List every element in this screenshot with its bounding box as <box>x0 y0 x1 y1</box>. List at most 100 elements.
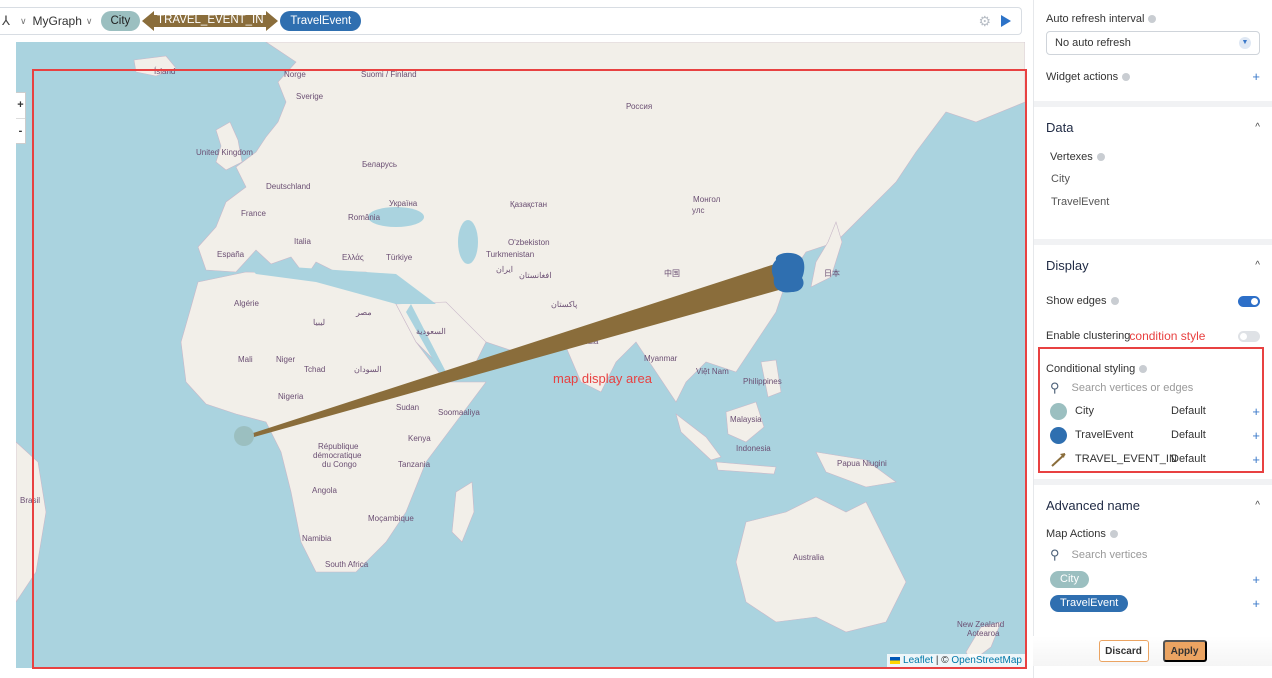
graph-overlay <box>234 252 805 446</box>
enable-clustering-toggle[interactable] <box>1238 330 1260 342</box>
graph-chevron-down-icon[interactable]: ∨ <box>86 16 93 27</box>
leaflet-link[interactable]: Leaflet <box>903 655 933 666</box>
attribution-separator: | © <box>933 655 952 666</box>
chevron-up-icon[interactable]: ^ <box>1255 122 1260 133</box>
map-action-row: TravelEvent + <box>1034 591 1272 615</box>
map-action-pill-city[interactable]: City <box>1050 570 1089 588</box>
show-edges-toggle[interactable] <box>1238 295 1260 307</box>
help-icon[interactable] <box>1096 153 1105 161</box>
map-actions-row: Map Actions <box>1034 525 1272 543</box>
help-icon[interactable] <box>1122 72 1131 81</box>
help-icon[interactable] <box>1109 530 1118 538</box>
chevron-down-icon[interactable]: ∨ <box>20 16 27 27</box>
style-item-name: TRAVEL_EVENT_IN <box>1075 453 1177 465</box>
zoom-out-button[interactable]: - <box>16 118 25 143</box>
ukraine-flag-icon <box>890 657 901 664</box>
target-vertex-pill[interactable]: TravelEvent <box>280 11 362 31</box>
search-icon: ⚲ <box>1050 380 1060 395</box>
auto-refresh-value: No auto refresh <box>1055 37 1131 49</box>
chevron-up-icon[interactable]: ^ <box>1255 260 1260 271</box>
conditional-styling-search[interactable]: ⚲ Search vertices or edges <box>1034 377 1272 399</box>
enable-clustering-row: Enable clustering condition style <box>1034 317 1272 355</box>
travel-event-color-dot <box>1050 426 1067 444</box>
add-widget-action-button[interactable]: + <box>1252 69 1260 84</box>
add-style-button[interactable]: + <box>1252 428 1260 443</box>
source-vertex-pill[interactable]: City <box>100 11 141 31</box>
search-placeholder: Search vertices or edges <box>1071 382 1194 394</box>
add-style-button[interactable]: + <box>1252 452 1260 467</box>
chevron-down-icon: ▼ <box>1239 37 1251 49</box>
help-icon[interactable] <box>1148 15 1157 23</box>
widget-actions-row: Widget actions + <box>1034 55 1272 84</box>
conditional-styling-row: Conditional styling <box>1034 355 1272 377</box>
vertex-item-label: TravelEvent <box>1051 196 1110 208</box>
widget-actions-label: Widget actions <box>1046 70 1119 83</box>
auto-refresh-label: Auto refresh interval <box>1046 13 1145 25</box>
run-query-icon[interactable] <box>1001 15 1011 27</box>
vertex-city <box>234 426 254 446</box>
condition-style-annotation: condition style <box>1129 329 1206 343</box>
vertexes-label: Vertexes <box>1050 151 1093 163</box>
auto-refresh-row: Auto refresh interval <box>1034 0 1272 25</box>
show-edges-label: Show edges <box>1046 295 1107 307</box>
style-item-value[interactable]: Default <box>1171 453 1221 465</box>
app-root: ⅄ ∨ MyGraph ∨ City TRAVEL_EVENT_IN Trave… <box>0 0 1272 678</box>
auto-refresh-select[interactable]: No auto refresh ▼ <box>1046 31 1260 55</box>
map-actions-search[interactable]: ⚲ Search vertices <box>1034 543 1272 567</box>
section-advanced: Advanced name ^ Map Actions ⚲ Search ver… <box>1034 485 1272 615</box>
help-icon[interactable] <box>1110 297 1119 305</box>
gear-icon[interactable]: ⚙ <box>978 13 991 30</box>
vertexes-label-row: Vertexes <box>1034 147 1272 167</box>
display-section-title: Display <box>1046 257 1089 273</box>
apply-button[interactable]: Apply <box>1162 640 1207 662</box>
zoom-control: + - <box>16 92 26 144</box>
query-icon[interactable]: ⅄ <box>2 13 10 29</box>
display-section-header[interactable]: Display ^ <box>1034 245 1272 285</box>
graph-selector[interactable]: MyGraph <box>33 14 82 28</box>
map-annotation-label: map display area <box>553 371 652 386</box>
panel-footer: Discard Apply <box>1033 636 1272 666</box>
vertex-item-label: City <box>1051 173 1070 185</box>
conditional-style-row: TravelEvent Default + <box>1034 423 1272 447</box>
conditional-style-row: TRAVEL_EVENT_IN Default + <box>1034 447 1272 471</box>
show-edges-row: Show edges <box>1034 285 1272 317</box>
conditional-style-row: City Default + <box>1034 399 1272 423</box>
query-actions: ⚙ <box>978 13 1011 30</box>
discard-button[interactable]: Discard <box>1098 640 1149 662</box>
vertex-item[interactable]: TravelEvent <box>1034 191 1272 213</box>
style-item-name: TravelEvent <box>1075 429 1134 441</box>
edge-travel-event-in <box>244 263 786 439</box>
add-map-action-button[interactable]: + <box>1252 596 1260 611</box>
osm-link[interactable]: OpenStreetMap <box>951 655 1022 666</box>
help-icon[interactable] <box>1139 365 1148 373</box>
map-container[interactable]: + - Ísland Norge Suomi / Finland Sverige Рос… <box>16 42 1025 668</box>
map-actions-label: Map Actions <box>1046 528 1106 540</box>
edge-pill[interactable]: TRAVEL_EVENT_IN <box>142 11 279 31</box>
style-item-name: City <box>1075 405 1094 417</box>
advanced-section-title: Advanced name <box>1046 497 1140 513</box>
edge-arrow-icon <box>1051 452 1066 467</box>
map-attribution: Leaflet | © OpenStreetMap <box>887 654 1025 668</box>
edge-pill-label: TRAVEL_EVENT_IN <box>157 14 264 26</box>
data-section-title: Data <box>1046 119 1074 135</box>
conditional-styling-label: Conditional styling <box>1046 363 1136 375</box>
style-item-value[interactable]: Default <box>1171 429 1221 441</box>
style-item-value[interactable]: Default <box>1171 405 1221 417</box>
settings-panel: Auto refresh interval No auto refresh ▼ … <box>1033 0 1272 678</box>
add-map-action-button[interactable]: + <box>1252 572 1260 587</box>
advanced-section-header[interactable]: Advanced name ^ <box>1034 485 1272 525</box>
search-icon: ⚲ <box>1050 547 1060 562</box>
zoom-in-button[interactable]: + <box>16 93 25 118</box>
section-display: Display ^ Show edges Enable clustering c… <box>1034 245 1272 485</box>
city-color-dot <box>1050 402 1067 420</box>
enable-clustering-label: Enable clustering <box>1046 330 1131 342</box>
search-placeholder: Search vertices <box>1071 549 1148 561</box>
add-style-button[interactable]: + <box>1252 404 1260 419</box>
chevron-up-icon[interactable]: ^ <box>1255 500 1260 511</box>
map-action-row: City + <box>1034 567 1272 591</box>
vertex-travel-event <box>771 252 805 293</box>
section-data: Data ^ Vertexes City TravelEvent <box>1034 107 1272 245</box>
map-action-pill-travel-event[interactable]: TravelEvent <box>1050 594 1129 612</box>
vertex-item[interactable]: City <box>1034 167 1272 191</box>
data-section-header[interactable]: Data ^ <box>1034 107 1272 147</box>
